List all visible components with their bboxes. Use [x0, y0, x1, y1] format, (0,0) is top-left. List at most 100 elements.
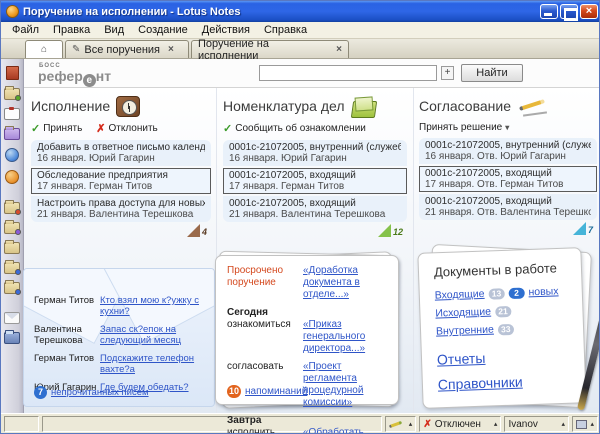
list-item[interactable]: Настроить права доступа для новых сотру.…	[31, 196, 211, 222]
incoming-link[interactable]: Входящие	[435, 288, 485, 302]
menu-view[interactable]: Вид	[97, 23, 131, 37]
list-item[interactable]: 0001с-21072005, входящий 21 января. Вале…	[223, 196, 407, 222]
dot	[15, 209, 21, 215]
unread-mail-link[interactable]: непрочитанных писем	[51, 387, 149, 398]
check-icon: ✓	[31, 122, 40, 135]
reminder-day-header: Завтра	[227, 415, 303, 427]
execution-list: Добавить в ответное письмо календарный..…	[31, 140, 211, 222]
folder-projects-icon[interactable]	[4, 222, 20, 234]
status-segment[interactable]	[4, 416, 39, 432]
window-title: Поручение на исполнении - Lotus Notes	[23, 6, 540, 18]
app-icon	[6, 5, 19, 18]
location-segment[interactable]: ▴	[572, 416, 598, 432]
network-status-segment[interactable]: ✗ Отключен ▴	[419, 416, 501, 432]
list-item-selected[interactable]: Обследование предприятия 17 января. Герм…	[31, 168, 211, 194]
notify-read-action[interactable]: ✓ Сообщить об ознакомлении	[223, 122, 366, 135]
mail-icon[interactable]	[4, 312, 20, 324]
directories-link[interactable]: Справочники	[438, 371, 588, 392]
item-count: 12	[393, 227, 403, 237]
find-button[interactable]: Найти	[461, 64, 523, 82]
tab-all-assignments[interactable]: ✎ Все поручения ×	[65, 40, 189, 58]
list-item[interactable]: 0001с-21072005, входящий 21 января. Отв.…	[419, 194, 597, 220]
decision-action[interactable]: Принять решение ▾	[419, 122, 509, 133]
overdue-label: Просрочено поручение	[227, 265, 303, 301]
mail-envelope-panel: Герман Титов Кто взял мою к?ужку с кухни…	[23, 268, 215, 407]
folder-icon	[351, 95, 377, 117]
reminder-link[interactable]: «Приказ генерального директора...»	[303, 319, 365, 354]
web-browser-icon[interactable]	[5, 148, 19, 162]
pencil-icon	[517, 95, 551, 117]
list-item-selected[interactable]: 0001с-21072005, входящий 17 января. Герм…	[223, 168, 407, 194]
tab-label: Поручение на исполнении	[198, 38, 328, 62]
internal-link[interactable]: Внутренние	[436, 324, 494, 338]
reminders-link[interactable]: напоминаний	[245, 386, 307, 397]
reminder-link[interactable]: «Обработать необработанное...»	[303, 427, 394, 434]
logo-right-text: нт	[96, 68, 111, 84]
menu-create[interactable]: Создание	[131, 23, 195, 37]
tab-home[interactable]: ⌂	[25, 40, 63, 58]
reports-link[interactable]: Отчеты	[437, 346, 587, 367]
dot	[15, 269, 21, 275]
dot	[15, 229, 21, 235]
title-bar: Поручение на исполнении - Lotus Notes ×	[1, 1, 600, 22]
menu-file[interactable]: Файл	[5, 23, 46, 37]
search-input[interactable]	[259, 65, 437, 81]
menu-edit[interactable]: Правка	[46, 23, 97, 37]
menu-actions[interactable]: Действия	[195, 23, 257, 37]
reminder-link[interactable]: «Проект регламента процедурной комиссии»	[303, 361, 363, 408]
bookmark-bar	[1, 59, 24, 413]
network-status-text: Отключен	[435, 419, 481, 430]
lotus-notes-window: Поручение на исполнении - Lotus Notes × …	[0, 0, 600, 434]
to-do-icon[interactable]	[4, 108, 20, 120]
nomenclature-column: Номенклатура дел ✓ Сообщить об ознакомле…	[223, 94, 407, 237]
reminder-row: Сегодняознакомиться «Приказ генерального…	[227, 307, 389, 355]
close-button[interactable]: ×	[580, 4, 598, 19]
replicator-icon[interactable]	[4, 128, 20, 140]
minimize-button[interactable]	[540, 4, 558, 19]
home-icon: ⌂	[41, 44, 47, 55]
cross-icon: ✗	[96, 122, 105, 135]
search-expand-button[interactable]: +	[441, 66, 454, 80]
tab-label: Все поручения	[84, 44, 160, 56]
dot	[15, 95, 21, 101]
outgoing-link[interactable]: Исходящие	[435, 306, 491, 320]
accept-action[interactable]: ✓ Принять	[31, 122, 82, 135]
mail-subject-link[interactable]: Запас ск?епок на следующий месяц	[100, 324, 181, 346]
new-items-link[interactable]: новых	[528, 285, 558, 298]
mail-sender: Герман Титов	[34, 295, 100, 317]
list-item-selected[interactable]: 0001с-21072005, входящий 17 января. Отв.…	[419, 166, 597, 192]
folder-favorites-icon[interactable]	[4, 202, 20, 214]
menu-help[interactable]: Справка	[257, 23, 314, 37]
documents-link-row: Исходящие 21	[435, 302, 585, 319]
internet-search-icon[interactable]	[5, 170, 19, 184]
maximize-button[interactable]	[560, 4, 578, 19]
column-title: Номенклатура дел	[223, 98, 345, 114]
bookmarks-icon[interactable]	[6, 66, 19, 80]
decline-action[interactable]: ✗ Отклонить	[96, 122, 157, 135]
item-count: 4	[202, 227, 207, 237]
menu-bar: Файл Правка Вид Создание Действия Справк…	[1, 22, 600, 39]
folder-documents-icon[interactable]	[4, 242, 20, 254]
list-item[interactable]: Добавить в ответное письмо календарный..…	[31, 140, 211, 166]
approval-column: Согласование Принять решение ▾ 0001с-210…	[419, 94, 597, 235]
tab-assignment-in-execution[interactable]: Поручение на исполнении ×	[191, 40, 349, 58]
tab-close-icon[interactable]: ×	[168, 44, 174, 55]
list-item[interactable]: 0001с-21072005, внутренний (служебная за…	[419, 138, 597, 164]
mail-subject-link[interactable]: Подскажите телефон вахте?а	[100, 353, 194, 375]
column-title: Исполнение	[31, 98, 110, 114]
folder-shared-icon[interactable]	[4, 282, 20, 294]
reminder-link[interactable]: «Доработка документа в отделе...»	[303, 265, 360, 300]
new-count-badge: 2	[508, 287, 524, 299]
mail-subject-link[interactable]: Кто взял мою к?ужку с кухни?	[100, 295, 199, 317]
item-count: 7	[588, 225, 593, 235]
mail-sender: Герман Титов	[34, 353, 100, 375]
count-badge: 21	[495, 305, 511, 317]
tab-close-icon[interactable]: ×	[336, 44, 342, 55]
list-item[interactable]: 0001с-21072005, внутренний (служебная за…	[223, 140, 407, 166]
address-book-icon[interactable]	[4, 88, 20, 100]
workspace-icon[interactable]	[4, 332, 20, 344]
mail-row: Герман Титов Подскажите телефон вахте?а	[34, 353, 206, 375]
user-segment[interactable]: Ivanov ▴	[504, 416, 569, 432]
folder-archive-icon[interactable]	[4, 262, 20, 274]
execution-column: Исполнение ✓ Принять ✗ Отклонить Добавит…	[31, 94, 211, 237]
